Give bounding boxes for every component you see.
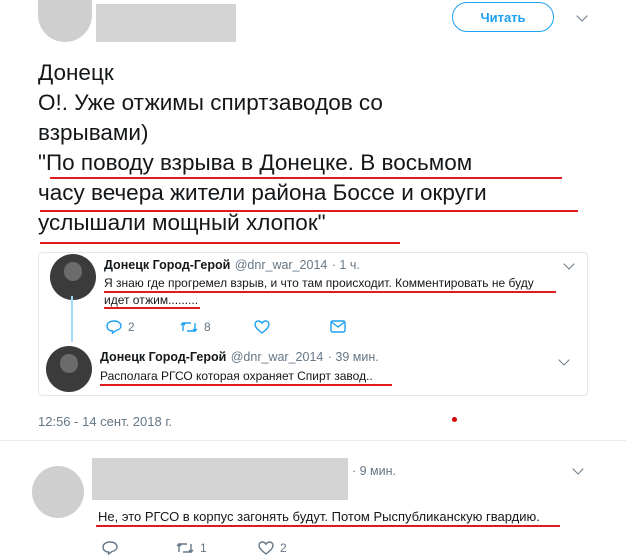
follow-button[interactable]: Читать bbox=[452, 2, 554, 32]
chevron-down-icon[interactable] bbox=[572, 463, 584, 475]
heart-icon bbox=[258, 541, 274, 555]
reply-action[interactable]: 2 bbox=[106, 320, 135, 334]
tweet-timestamp[interactable]: 12:56 - 14 сент. 2018 г. bbox=[38, 414, 172, 429]
like-action[interactable] bbox=[254, 320, 270, 334]
annotation-underline bbox=[50, 177, 562, 179]
dm-action[interactable] bbox=[330, 320, 346, 333]
tweet-line: услышали мощный хлопок" bbox=[38, 210, 326, 235]
divider bbox=[0, 440, 626, 441]
annotation-underline bbox=[40, 210, 578, 212]
reply-avatar[interactable] bbox=[32, 466, 84, 518]
retweet-action[interactable]: 1 bbox=[176, 541, 207, 555]
quote-header: Донецк Город-Герой @dnr_war_2014 · 1 ч. bbox=[104, 256, 360, 274]
tweet-line: часу вечера жители района Боссе и округи bbox=[38, 180, 487, 205]
chevron-down-icon[interactable] bbox=[576, 10, 588, 22]
author-name-redacted bbox=[96, 4, 236, 42]
quote-avatar[interactable] bbox=[46, 346, 92, 392]
quote-author-name[interactable]: Донецк Город-Герой bbox=[100, 350, 226, 364]
envelope-icon bbox=[330, 320, 346, 333]
retweet-icon bbox=[180, 322, 198, 332]
like-action[interactable]: 2 bbox=[258, 541, 287, 555]
tweet-line: О!. Уже отжимы спиртзаводов со bbox=[38, 90, 383, 115]
retweet-count: 1 bbox=[200, 541, 207, 555]
annotation-underline bbox=[104, 291, 556, 293]
annotation-underline bbox=[100, 384, 392, 386]
quote-author-handle[interactable]: @dnr_war_2014 bbox=[231, 350, 324, 364]
tweet-line: взрывами) bbox=[38, 120, 149, 145]
reply-author-redacted bbox=[92, 458, 348, 500]
reply-time[interactable]: · 9 мин. bbox=[352, 464, 396, 478]
reply-action[interactable] bbox=[102, 541, 118, 555]
quote-time[interactable]: · 39 мин. bbox=[328, 350, 379, 364]
retweet-icon bbox=[176, 543, 194, 553]
quote-header: Донецк Город-Герой @dnr_war_2014 · 39 ми… bbox=[100, 348, 379, 366]
quote-author-name[interactable]: Донецк Город-Герой bbox=[104, 258, 230, 272]
retweet-count: 8 bbox=[204, 320, 211, 334]
reply-text: Не, это РГСО в корпус загонять будут. По… bbox=[98, 509, 540, 524]
quote-time[interactable]: · 1 ч. bbox=[332, 258, 360, 272]
like-count: 2 bbox=[280, 541, 287, 555]
reply-icon bbox=[102, 541, 118, 555]
red-dot-mark bbox=[452, 417, 457, 422]
annotation-underline bbox=[40, 242, 400, 244]
reply-icon bbox=[106, 320, 122, 334]
thread-line bbox=[71, 296, 73, 342]
author-avatar[interactable] bbox=[38, 0, 92, 42]
quote-text: Располага РГСО которая охраняет Спирт за… bbox=[100, 369, 373, 383]
heart-icon bbox=[254, 320, 270, 334]
reply-count: 2 bbox=[128, 320, 135, 334]
quote-avatar[interactable] bbox=[50, 254, 96, 300]
quote-text-line: Я знаю где прогремел взрыв, и что там пр… bbox=[104, 276, 534, 290]
tweet-line: "По поводу взрыва в Донецке. В восьмом bbox=[38, 150, 473, 175]
retweet-action[interactable]: 8 bbox=[180, 320, 211, 334]
quote-text-line: идет отжим......... bbox=[104, 293, 199, 307]
annotation-underline bbox=[96, 525, 560, 527]
tweet-line: Донецк bbox=[38, 60, 114, 85]
annotation-underline bbox=[104, 307, 200, 309]
quote-author-handle[interactable]: @dnr_war_2014 bbox=[235, 258, 328, 272]
